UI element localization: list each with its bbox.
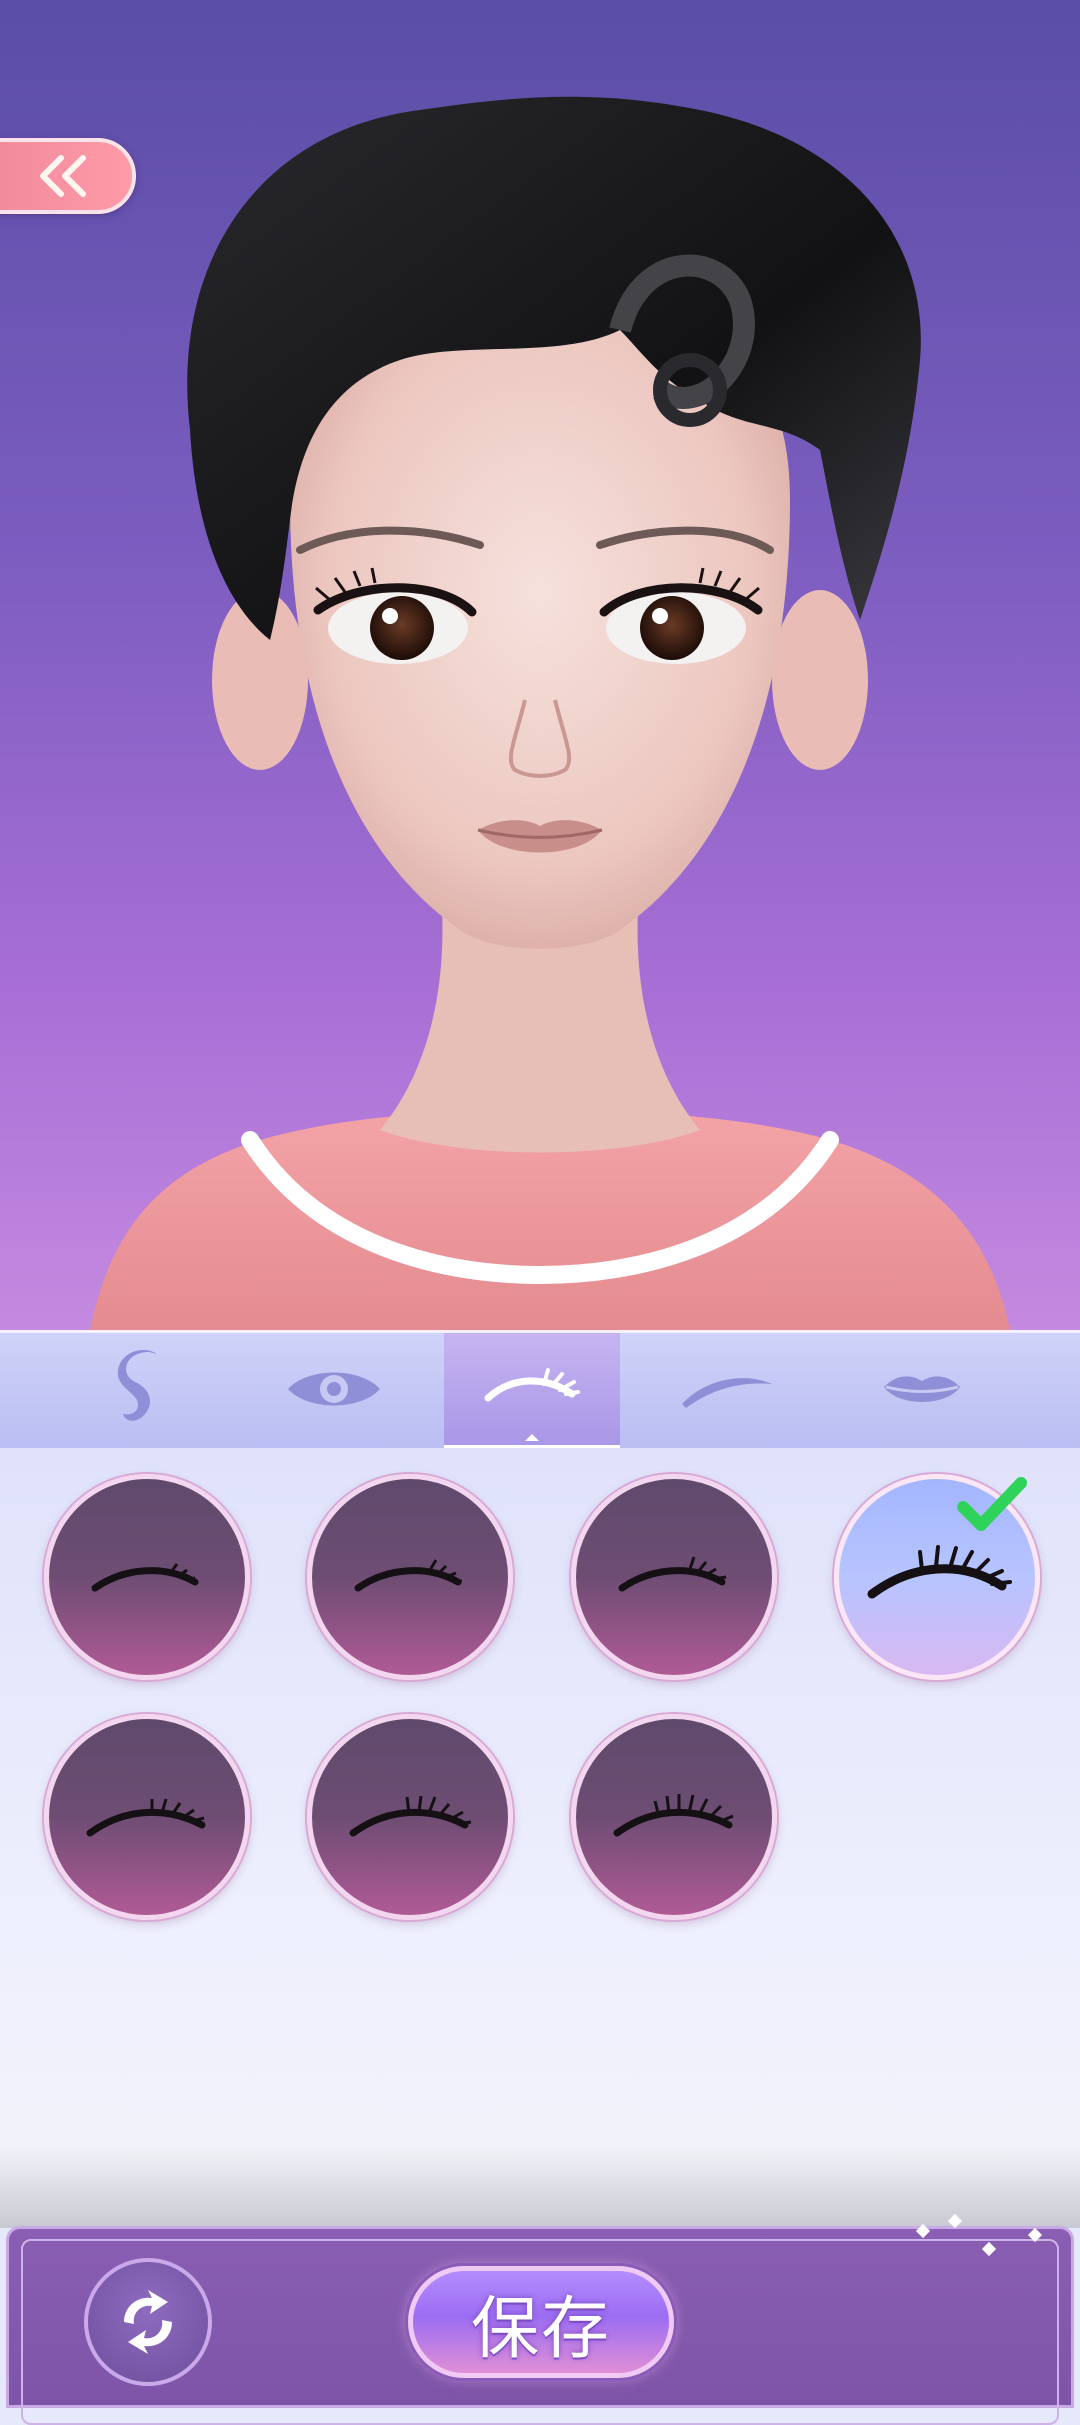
eyelash-options-grid [0, 1448, 1080, 2148]
eyebrow-icon [682, 1378, 772, 1408]
eyelash-style-4-icon [867, 1545, 1012, 1599]
eyelash-option-7[interactable] [571, 1714, 777, 1920]
active-tab-caret [525, 1434, 539, 1441]
tab-eyes[interactable] [246, 1333, 422, 1445]
eyelash-option-1[interactable] [44, 1474, 250, 1680]
eyelash-style-1-icon [91, 1563, 199, 1592]
eyelash-option-3[interactable] [571, 1474, 777, 1680]
eyelash-option-5[interactable] [44, 1714, 250, 1920]
eyelash-option-2[interactable] [307, 1474, 513, 1680]
reset-button[interactable] [84, 2258, 212, 2386]
eyelash-option-4[interactable] [834, 1474, 1040, 1680]
checkmark-icon [957, 1477, 1027, 1531]
avatar-stage [0, 0, 1080, 1330]
refresh-icon [124, 2290, 172, 2354]
avatar-character [90, 96, 1010, 1330]
double-chevron-left-icon [40, 155, 86, 197]
panel-fade [0, 2148, 1080, 2228]
eyelash-option-6[interactable] [307, 1714, 513, 1920]
save-button[interactable]: 保存 [408, 2266, 674, 2378]
tab-eyelashes[interactable] [444, 1333, 620, 1449]
eyelash-style-6-icon [349, 1795, 472, 1837]
hair-icon [117, 1350, 157, 1421]
tab-eyebrows[interactable] [638, 1333, 814, 1445]
eye-icon [288, 1372, 380, 1406]
category-tab-bar [0, 1330, 1080, 1451]
tab-hair[interactable] [52, 1333, 228, 1445]
save-button-label: 保存 [470, 2289, 611, 2369]
eyelash-icon [484, 1368, 580, 1402]
lips-icon [884, 1376, 960, 1402]
eyelash-style-5-icon [86, 1798, 206, 1837]
eyelash-style-2-icon [354, 1559, 462, 1592]
eyelash-style-3-icon [618, 1556, 727, 1592]
back-button[interactable] [0, 138, 136, 214]
eyelash-style-7-icon [613, 1794, 734, 1837]
tab-lips[interactable] [834, 1333, 1010, 1445]
